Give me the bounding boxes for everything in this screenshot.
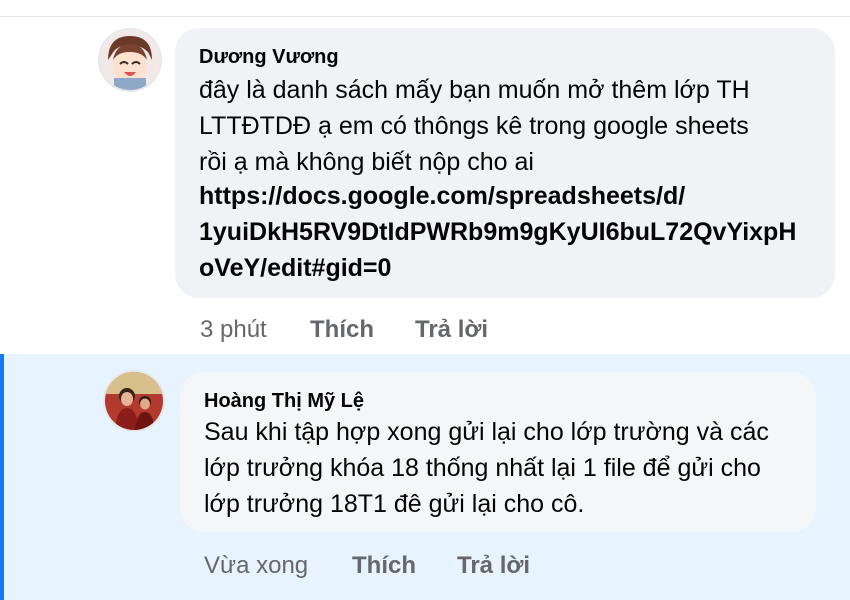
comment-text-line: lớp trưởng khóa 18 thống nhất lại 1 file… <box>204 454 761 482</box>
commenter-avatar[interactable] <box>98 28 162 92</box>
commenter-avatar[interactable] <box>103 370 165 432</box>
comment-author[interactable]: Hoàng Thị Mỹ Lệ <box>204 390 364 413</box>
cartoon-avatar-icon <box>100 30 160 90</box>
spreadsheet-link[interactable]: oVeY/edit#gid=0 <box>199 254 391 283</box>
top-divider <box>0 16 850 17</box>
like-button[interactable]: Thích <box>310 316 374 344</box>
comment-author[interactable]: Dương Vương <box>199 46 339 69</box>
comment-text-line: rồi ạ mà không biết nộp cho ai <box>199 148 534 176</box>
photo-avatar-icon <box>105 372 163 430</box>
comment-timestamp[interactable]: Vừa xong <box>204 552 308 580</box>
reply-button[interactable]: Trả lời <box>415 316 488 344</box>
like-button[interactable]: Thích <box>352 552 416 580</box>
comment-timestamp[interactable]: 3 phút <box>200 316 267 344</box>
comment-text-line: LTTĐTDĐ ạ em có thôngs kê trong google s… <box>199 112 749 140</box>
comment-text-line: đây là danh sách mấy bạn muốn mở thêm lớ… <box>199 76 750 104</box>
reply-button[interactable]: Trả lời <box>457 552 530 580</box>
spreadsheet-link[interactable]: 1yuiDkH5RV9DtIdPWRb9m9gKyUI6buL72QvYixpH <box>199 218 796 247</box>
comment-text-line: lớp trưởng 18T1 đê gửi lại cho cô. <box>204 490 585 518</box>
highlight-accent-bar <box>0 354 4 600</box>
spreadsheet-link[interactable]: https://docs.google.com/spreadsheets/d/ <box>199 182 685 211</box>
comment-text-line: Sau khi tập hợp xong gửi lại cho lớp trư… <box>204 418 769 446</box>
